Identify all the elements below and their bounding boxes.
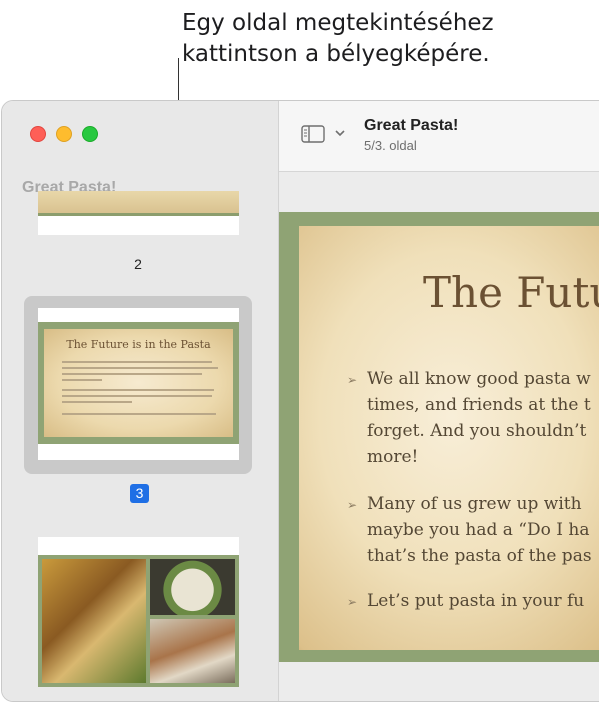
callout-line-1: Egy oldal megtekintéséhez (182, 10, 494, 36)
slide-bullet-2: Many of us grew up with maybe you had a … (367, 491, 592, 569)
page-thumbnail-3[interactable]: The Future is in the Pasta (38, 308, 239, 460)
bullet-line: forget. And you shouldn’t (367, 421, 587, 441)
page-label-3-selected: 3 (130, 484, 149, 503)
page-label-2: 2 (134, 256, 142, 272)
thumbnail-image (38, 555, 239, 687)
page-thumbnail-4[interactable] (38, 537, 239, 687)
thumbnail-slide-title: The Future is in the Pasta (66, 338, 211, 351)
slide-paper: The Futu ➢ We all know good pasta w time… (299, 226, 599, 650)
thumbnail-text-line (62, 389, 214, 391)
slide-bullet-1: We all know good pasta w times, and frie… (367, 366, 591, 470)
thumbnail-text-line (62, 413, 216, 415)
maximize-button[interactable] (82, 126, 98, 142)
thumbnail-text-line (62, 379, 102, 381)
pasta-photo (42, 559, 146, 683)
preview-window: Great Pasta! 2 The Future is in the Past… (1, 100, 599, 702)
page-status: 5/3. oldal (364, 138, 417, 153)
thumbnail-image: The Future is in the Pasta (38, 322, 239, 444)
callout-text: Egy oldal megtekintéséhez kattintson a b… (182, 8, 592, 70)
bullet-line: more! (367, 447, 419, 467)
toolbar: Great Pasta! 5/3. oldal (279, 101, 599, 172)
salad-photo (150, 559, 235, 615)
thumbnail-image (38, 191, 239, 216)
bullet-line: times, and friends at the t (367, 395, 591, 415)
slide-title: The Futu (423, 268, 599, 317)
thumbnail-text-line (62, 367, 218, 369)
lasagna-photo (150, 619, 235, 683)
bullet-line: We all know good pasta w (367, 369, 591, 389)
bullet-arrow-icon: ➢ (347, 373, 358, 387)
thumbnail-text-line (62, 373, 202, 375)
thumbnail-sidebar: Great Pasta! 2 The Future is in the Past… (2, 101, 279, 701)
page-thumbnail-2[interactable] (38, 191, 239, 235)
thumbnail-text-line (62, 395, 212, 397)
chevron-down-icon[interactable] (335, 130, 345, 137)
thumbnail-text-line (62, 401, 132, 403)
bullet-line: maybe you had a “Do I ha (367, 520, 590, 540)
minimize-button[interactable] (56, 126, 72, 142)
callout-line-2: kattintson a bélyegképére. (182, 41, 490, 67)
document-title: Great Pasta! (364, 117, 459, 134)
slide-bullet-3: Let’s put pasta in your fu (367, 588, 584, 614)
sidebar-toggle-icon[interactable] (301, 125, 325, 143)
close-button[interactable] (30, 126, 46, 142)
slide-page: The Futu ➢ We all know good pasta w time… (279, 212, 599, 662)
thumbnail-slide-paper: The Future is in the Pasta (44, 329, 233, 437)
bullet-line: Let’s put pasta in your fu (367, 591, 585, 611)
thumbnail-text-line (62, 361, 212, 363)
bullet-line: Many of us grew up with (367, 494, 582, 514)
bullet-arrow-icon: ➢ (347, 498, 358, 512)
bullet-arrow-icon: ➢ (347, 595, 358, 609)
bullet-line: that’s the pasta of the pas (367, 546, 592, 566)
document-view[interactable]: The Futu ➢ We all know good pasta w time… (279, 172, 599, 701)
